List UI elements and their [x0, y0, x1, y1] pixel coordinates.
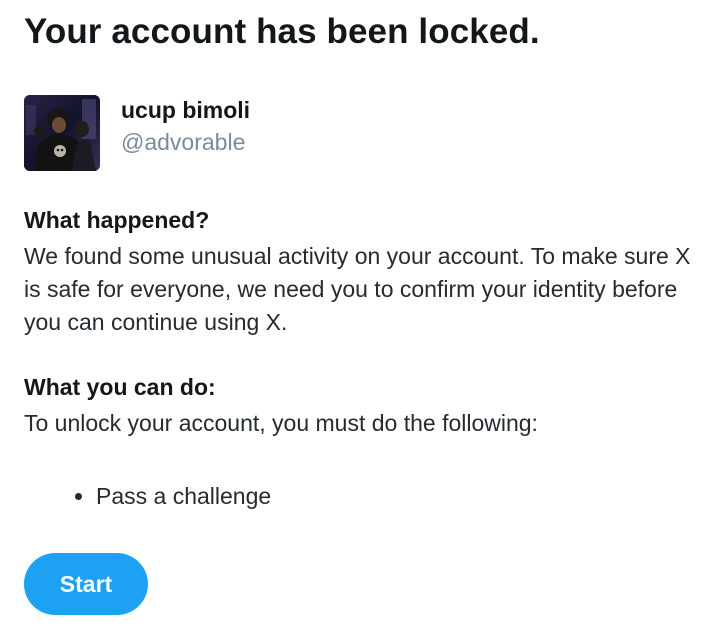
- page-title: Your account has been locked.: [24, 12, 540, 51]
- what-you-can-do-text: To unlock your account, you must do the …: [24, 410, 538, 436]
- display-name: ucup bimoli: [121, 97, 251, 123]
- steps-list: Pass a challenge: [24, 480, 271, 513]
- what-you-can-do-heading: What you can do:: [24, 374, 216, 400]
- step-label: Pass a challenge: [96, 483, 272, 509]
- start-button[interactable]: Start: [24, 553, 148, 615]
- user-handle: @advorable: [121, 129, 246, 155]
- avatar: [24, 95, 100, 171]
- what-happened-heading: What happened?: [24, 207, 210, 233]
- bullet-icon: [75, 493, 82, 500]
- account-locked-page: Your account has been locked. ucup bimol…: [0, 0, 719, 638]
- list-item: Pass a challenge: [24, 480, 271, 513]
- avatar-photo-icon: [24, 95, 100, 171]
- what-happened-text: We found some unusual activity on your a…: [24, 243, 691, 335]
